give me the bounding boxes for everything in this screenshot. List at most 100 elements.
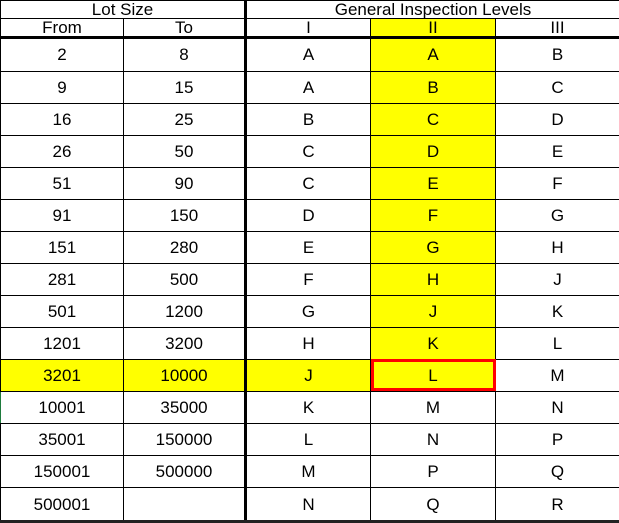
cell-level-i[interactable]: J: [244, 358, 371, 392]
cell-level-iii[interactable]: B: [495, 37, 619, 72]
table-row: 35001 150000 L N P: [0, 422, 619, 456]
cell-lot-size-to[interactable]: 1200: [123, 294, 247, 328]
cell-level-ii[interactable]: N: [370, 422, 496, 456]
cell-lot-size-from[interactable]: 3201: [0, 358, 124, 392]
cell-lot-size-to[interactable]: 150000: [123, 422, 247, 456]
table-row: 151 280 E G H: [0, 230, 619, 264]
cell-lot-size-from[interactable]: 16: [0, 102, 124, 136]
group-header-row: Lot Size General Inspection Levels: [0, 0, 619, 19]
cell-lot-size-from[interactable]: 151: [0, 230, 124, 264]
cell-level-i[interactable]: E: [244, 230, 371, 264]
cell-lot-size-to[interactable]: 25: [123, 102, 247, 136]
cell-level-iii[interactable]: R: [495, 487, 619, 523]
cell-level-iii[interactable]: D: [495, 102, 619, 136]
table-head: Lot Size General Inspection Levels From …: [0, 0, 619, 39]
cell-level-i[interactable]: N: [244, 487, 371, 523]
table-row: 281 500 F H J: [0, 262, 619, 296]
cell-level-iii[interactable]: C: [495, 70, 619, 104]
cell-level-ii[interactable]: D: [370, 134, 496, 168]
cell-lot-size-from[interactable]: 1201: [0, 326, 124, 360]
cell-level-ii[interactable]: L: [370, 358, 496, 392]
cell-level-ii[interactable]: Q: [370, 487, 496, 523]
cell-level-i[interactable]: H: [244, 326, 371, 360]
cell-level-i[interactable]: L: [244, 422, 371, 456]
cell-lot-size-to[interactable]: [123, 487, 247, 523]
column-header-from: From: [0, 18, 124, 39]
inspection-levels-table: Lot Size General Inspection Levels From …: [0, 0, 619, 523]
cell-lot-size-to[interactable]: 150: [123, 198, 247, 232]
cell-level-i[interactable]: A: [244, 70, 371, 104]
cell-lot-size-from[interactable]: 150001: [0, 454, 124, 489]
cell-level-i[interactable]: C: [244, 166, 371, 200]
cell-lot-size-from[interactable]: 35001: [0, 422, 124, 456]
cell-level-i[interactable]: B: [244, 102, 371, 136]
cell-lot-size-from[interactable]: 51: [0, 166, 124, 200]
cell-level-iii[interactable]: J: [495, 262, 619, 296]
cell-lot-size-to[interactable]: 500: [123, 262, 247, 296]
cell-level-ii[interactable]: G: [370, 230, 496, 264]
cell-lot-size-to[interactable]: 10000: [123, 358, 247, 392]
column-header-level-iii: III: [495, 18, 619, 39]
column-header-level-i: I: [244, 18, 371, 39]
table-row: 26 50 C D E: [0, 134, 619, 168]
cell-level-ii[interactable]: M: [370, 390, 496, 424]
cell-level-iii[interactable]: E: [495, 134, 619, 168]
spreadsheet-table-area: Lot Size General Inspection Levels From …: [0, 0, 619, 523]
table-row: 91 150 D F G: [0, 198, 619, 232]
table-row: 3201 10000 J L M: [0, 358, 619, 392]
cell-level-iii[interactable]: M: [495, 358, 619, 392]
column-header-level-ii: II: [370, 18, 496, 39]
cell-lot-size-from[interactable]: 10001: [0, 390, 124, 424]
cell-lot-size-to[interactable]: 3200: [123, 326, 247, 360]
cell-level-i[interactable]: A: [244, 37, 371, 72]
cell-level-iii[interactable]: L: [495, 326, 619, 360]
cell-lot-size-to[interactable]: 280: [123, 230, 247, 264]
cell-lot-size-to[interactable]: 15: [123, 70, 247, 104]
cell-level-iii[interactable]: Q: [495, 454, 619, 489]
cell-level-i[interactable]: F: [244, 262, 371, 296]
table-row: 51 90 C E F: [0, 166, 619, 200]
table-row: 500001 N Q R: [0, 487, 619, 523]
cell-level-iii[interactable]: P: [495, 422, 619, 456]
cell-level-ii[interactable]: H: [370, 262, 496, 296]
table-row: 16 25 B C D: [0, 102, 619, 136]
cell-lot-size-from[interactable]: 26: [0, 134, 124, 168]
cell-lot-size-from[interactable]: 2: [0, 37, 124, 72]
column-header-row: From To I II III: [0, 18, 619, 39]
cell-level-i[interactable]: G: [244, 294, 371, 328]
cell-lot-size-to[interactable]: 50: [123, 134, 247, 168]
cell-lot-size-to[interactable]: 35000: [123, 390, 247, 424]
cell-level-i[interactable]: M: [244, 454, 371, 489]
cell-lot-size-to[interactable]: 8: [123, 37, 247, 72]
table-row: 9 15 A B C: [0, 70, 619, 104]
cell-level-ii[interactable]: B: [370, 70, 496, 104]
cell-level-ii[interactable]: F: [370, 198, 496, 232]
cell-level-ii[interactable]: A: [370, 37, 496, 72]
cell-lot-size-from[interactable]: 91: [0, 198, 124, 232]
cell-lot-size-to[interactable]: 90: [123, 166, 247, 200]
cell-lot-size-to[interactable]: 500000: [123, 454, 247, 489]
table-row: 150001 500000 M P Q: [0, 454, 619, 489]
cell-level-i[interactable]: K: [244, 390, 371, 424]
cell-level-iii[interactable]: F: [495, 166, 619, 200]
cell-lot-size-from[interactable]: 500001: [0, 487, 124, 523]
cell-level-iii[interactable]: G: [495, 198, 619, 232]
cell-level-ii[interactable]: P: [370, 454, 496, 489]
group-header-general-inspection-levels: General Inspection Levels: [244, 0, 619, 19]
table-row: 1201 3200 H K L: [0, 326, 619, 360]
cell-level-iii[interactable]: N: [495, 390, 619, 424]
cell-level-iii[interactable]: K: [495, 294, 619, 328]
group-header-lot-size: Lot Size: [0, 0, 247, 19]
cell-level-iii[interactable]: H: [495, 230, 619, 264]
cell-level-ii[interactable]: E: [370, 166, 496, 200]
cell-level-i[interactable]: C: [244, 134, 371, 168]
cell-lot-size-from[interactable]: 9: [0, 70, 124, 104]
cell-level-ii[interactable]: K: [370, 326, 496, 360]
table-body: 2 8 A A B 9 15 A B C 16 25 B C D 26 50 C D E 51 90 C E F 91 150 D F G…: [0, 37, 619, 523]
cell-lot-size-from[interactable]: 501: [0, 294, 124, 328]
cell-level-ii[interactable]: J: [370, 294, 496, 328]
cell-level-ii[interactable]: C: [370, 102, 496, 136]
table-row: 28AAB: [0, 37, 619, 72]
cell-level-i[interactable]: D: [244, 198, 371, 232]
cell-lot-size-from[interactable]: 281: [0, 262, 124, 296]
